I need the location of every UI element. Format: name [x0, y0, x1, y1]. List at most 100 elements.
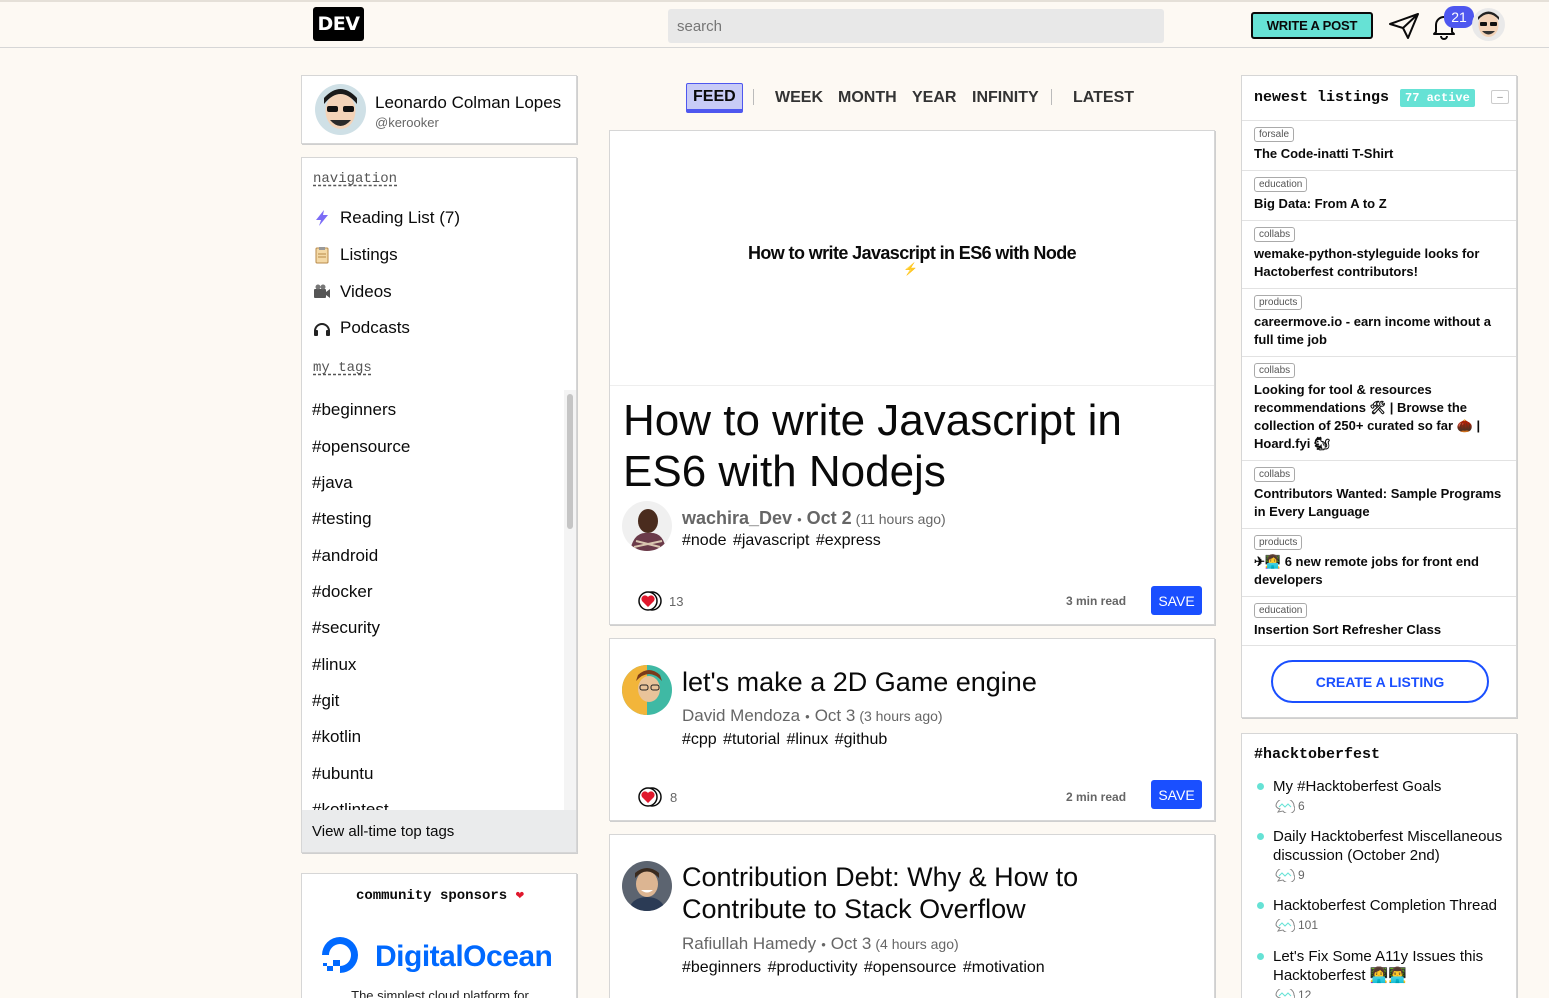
- listing-title[interactable]: Looking for tool & resources recommendat…: [1254, 381, 1509, 453]
- profile-avatar[interactable]: [315, 84, 366, 135]
- sidebar-item-listings[interactable]: Listings: [313, 243, 398, 267]
- sidebar-item-videos[interactable]: Videos: [313, 280, 392, 304]
- tag-link[interactable]: #docker: [312, 582, 372, 602]
- listing-item[interactable]: collabs Contributors Wanted: Sample Prog…: [1242, 460, 1516, 528]
- collapse-button[interactable]: –: [1491, 90, 1509, 104]
- listing-item[interactable]: education Big Data: From A to Z: [1242, 170, 1516, 220]
- view-all-tags-link[interactable]: View all-time top tags: [302, 810, 576, 852]
- tab-week[interactable]: WEEK: [775, 84, 823, 112]
- listing-title[interactable]: The Code-inatti T-Shirt: [1254, 145, 1509, 163]
- create-listing-button[interactable]: CREATE A LISTING: [1271, 660, 1489, 703]
- sidebar-item-podcasts[interactable]: Podcasts: [313, 316, 410, 340]
- dev-logo[interactable]: DEV: [313, 7, 364, 41]
- save-button[interactable]: SAVE: [1151, 586, 1202, 615]
- article-title[interactable]: Contribution Debt: Why & How to Contribu…: [682, 861, 1152, 925]
- tag-link[interactable]: #kotlintest: [312, 800, 389, 810]
- discussion-item[interactable]: Hacktoberfest Completion Thread 101: [1254, 896, 1509, 941]
- article-cover-image[interactable]: How to write Javascript in ES6 with Node…: [610, 131, 1214, 386]
- listing-category-badge[interactable]: collabs: [1254, 227, 1296, 242]
- article-tags[interactable]: #cpp #tutorial #linux #github: [682, 731, 887, 749]
- author-avatar[interactable]: [622, 665, 672, 715]
- tag-link[interactable]: #ubuntu: [312, 764, 373, 784]
- tags-scrollbar-thumb[interactable]: [567, 394, 573, 529]
- tag-link[interactable]: #java: [312, 473, 353, 493]
- discussion-item[interactable]: Daily Hacktoberfest Miscellaneous discus…: [1254, 827, 1509, 892]
- comment-bubble-icon: [1275, 988, 1295, 998]
- listing-item[interactable]: education Insertion Sort Refresher Class: [1242, 596, 1516, 646]
- listing-category-badge[interactable]: products: [1254, 295, 1303, 310]
- listings-heading[interactable]: newest listings: [1254, 89, 1389, 106]
- listing-category-badge[interactable]: education: [1254, 177, 1308, 192]
- tag-link[interactable]: #android: [312, 546, 378, 566]
- article-tags[interactable]: #node #javascript #express: [682, 532, 881, 550]
- notification-count-badge[interactable]: 21: [1444, 6, 1474, 28]
- featured-article-card[interactable]: How to write Javascript in ES6 with Node…: [609, 130, 1215, 625]
- profile-card[interactable]: Leonardo Colman Lopes @kerooker: [301, 75, 577, 144]
- listing-item[interactable]: collabs wemake-python-styleguide looks f…: [1242, 220, 1516, 288]
- listing-title[interactable]: ✈👩‍💻 6 new remote jobs for front end dev…: [1254, 553, 1509, 589]
- discussion-title[interactable]: Let's Fix Some A11y Issues this Hacktobe…: [1273, 947, 1511, 985]
- read-time: 3 min read: [1066, 594, 1127, 608]
- user-avatar[interactable]: [1472, 8, 1505, 41]
- listing-item[interactable]: products ✈👩‍💻 6 new remote jobs for fron…: [1242, 528, 1516, 596]
- reactions-heart-icon[interactable]: [635, 786, 663, 808]
- listing-title[interactable]: Insertion Sort Refresher Class: [1254, 621, 1509, 639]
- article-title[interactable]: How to write Javascript in ES6 with Node…: [623, 395, 1183, 497]
- listing-item[interactable]: collabs Looking for tool & resources rec…: [1242, 356, 1516, 460]
- tab-year[interactable]: YEAR: [912, 84, 956, 112]
- bullet-dot: [1257, 783, 1264, 790]
- tag-link[interactable]: #opensource: [312, 437, 410, 457]
- author-name[interactable]: David Mendoza: [682, 706, 800, 725]
- tag-link[interactable]: #linux: [312, 655, 356, 675]
- article-card[interactable]: Contribution Debt: Why & How to Contribu…: [609, 834, 1215, 998]
- heart-icon: ❤: [515, 888, 525, 904]
- listing-category-badge[interactable]: forsale: [1254, 127, 1295, 142]
- listing-item[interactable]: products careermove.io - earn income wit…: [1242, 288, 1516, 356]
- sponsor-brand[interactable]: DigitalOcean: [375, 940, 553, 974]
- discussion-title[interactable]: My #Hacktoberfest Goals: [1273, 777, 1511, 796]
- listing-title[interactable]: careermove.io - earn income without a fu…: [1254, 313, 1509, 349]
- connect-paper-plane-icon[interactable]: [1388, 12, 1420, 40]
- search-input[interactable]: [668, 9, 1164, 43]
- discussion-title[interactable]: Daily Hacktoberfest Miscellaneous discus…: [1273, 827, 1511, 865]
- sidebar-item-label: Listings: [340, 245, 398, 264]
- tab-infinity[interactable]: INFINITY: [972, 84, 1039, 112]
- hacktoberfest-heading[interactable]: #hacktoberfest: [1254, 746, 1380, 763]
- listing-item[interactable]: forsale The Code-inatti T-Shirt: [1242, 120, 1516, 170]
- tag-link[interactable]: #security: [312, 618, 380, 638]
- tag-link[interactable]: #kotlin: [312, 727, 361, 747]
- reactions-heart-icon[interactable]: [635, 590, 663, 612]
- article-card[interactable]: let's make a 2D Game engine David Mendoz…: [609, 638, 1215, 821]
- author-avatar[interactable]: [622, 501, 672, 551]
- discussion-title[interactable]: Hacktoberfest Completion Thread: [1273, 896, 1511, 915]
- comment-count: 9: [1275, 868, 1305, 882]
- listing-category-badge[interactable]: education: [1254, 603, 1308, 618]
- tab-latest[interactable]: LATEST: [1073, 84, 1134, 112]
- listing-category-badge[interactable]: collabs: [1254, 467, 1296, 482]
- listing-title[interactable]: wemake-python-styleguide looks for Hacto…: [1254, 245, 1509, 281]
- author-name[interactable]: wachira_Dev: [682, 508, 792, 528]
- tag-link[interactable]: #git: [312, 691, 339, 711]
- article-date: Oct 3: [814, 706, 856, 725]
- tag-link[interactable]: #testing: [312, 509, 372, 529]
- listing-title[interactable]: Big Data: From A to Z: [1254, 195, 1509, 213]
- tags-scroll-area[interactable]: #beginners #opensource #java #testing #a…: [302, 390, 576, 810]
- article-tags[interactable]: #beginners #productivity #opensource #mo…: [682, 959, 1045, 977]
- my-tags-heading: my tags: [313, 360, 372, 376]
- author-avatar[interactable]: [622, 861, 672, 911]
- write-post-button[interactable]: WRITE A POST: [1251, 12, 1373, 39]
- sidebar-item-reading-list[interactable]: Reading List (7): [313, 206, 460, 230]
- article-title[interactable]: let's make a 2D Game engine: [682, 666, 1202, 698]
- profile-name[interactable]: Leonardo Colman Lopes: [375, 93, 561, 113]
- listing-category-badge[interactable]: products: [1254, 535, 1303, 550]
- digitalocean-logo-icon[interactable]: [321, 936, 359, 974]
- discussion-item[interactable]: My #Hacktoberfest Goals 6: [1254, 777, 1509, 822]
- author-name[interactable]: Rafiullah Hamedy: [682, 934, 816, 953]
- tab-month[interactable]: MONTH: [838, 84, 897, 112]
- listing-category-badge[interactable]: collabs: [1254, 363, 1296, 378]
- tag-link[interactable]: #beginners: [312, 400, 396, 420]
- discussion-item[interactable]: Let's Fix Some A11y Issues this Hacktobe…: [1254, 947, 1509, 998]
- tab-feed[interactable]: FEED: [686, 83, 743, 113]
- save-button[interactable]: SAVE: [1151, 780, 1202, 809]
- listing-title[interactable]: Contributors Wanted: Sample Programs in …: [1254, 485, 1509, 521]
